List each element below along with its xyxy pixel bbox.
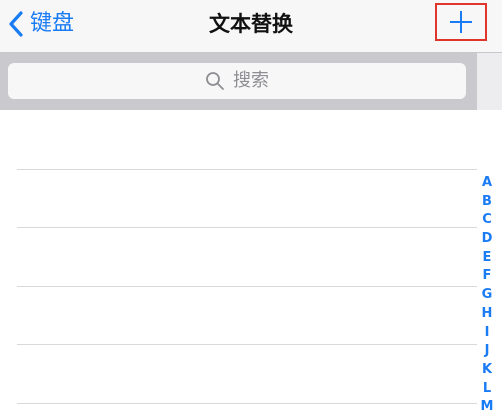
page-title: 文本替换 (209, 12, 293, 36)
section-index-letter[interactable]: G (477, 286, 497, 305)
section-index-letter[interactable]: F (477, 267, 497, 286)
search-bar-edge (477, 53, 502, 110)
list-separator (17, 227, 477, 228)
section-index-letter[interactable]: C (477, 211, 497, 230)
section-index-letter[interactable]: J (477, 342, 497, 361)
section-index-letter[interactable]: D (477, 230, 497, 249)
section-index-letter[interactable]: E (477, 249, 497, 268)
section-index-letter[interactable]: M (477, 398, 497, 417)
search-bar: 搜索 (0, 53, 502, 110)
list-separator (17, 403, 477, 404)
text-replacement-screen: 键盘 文本替换 搜索 ABCDEFGHIJKLM (0, 0, 502, 420)
replacement-list[interactable] (0, 110, 502, 420)
search-placeholder: 搜索 (233, 70, 269, 91)
section-index-letter[interactable]: H (477, 305, 497, 324)
section-index-letter[interactable]: I (477, 324, 497, 343)
list-separator (17, 169, 477, 170)
section-index[interactable]: ABCDEFGHIJKLM (477, 174, 497, 417)
add-button[interactable] (435, 3, 487, 41)
list-separator (17, 286, 477, 287)
search-input[interactable]: 搜索 (8, 63, 466, 99)
plus-icon (450, 11, 472, 33)
navigation-bar: 键盘 文本替换 (0, 0, 502, 53)
search-icon (206, 72, 224, 90)
section-index-letter[interactable]: A (477, 174, 497, 193)
list-separator (17, 344, 477, 345)
section-index-letter[interactable]: B (477, 193, 497, 212)
section-index-letter[interactable]: K (477, 361, 497, 380)
section-index-letter[interactable]: L (477, 380, 497, 399)
